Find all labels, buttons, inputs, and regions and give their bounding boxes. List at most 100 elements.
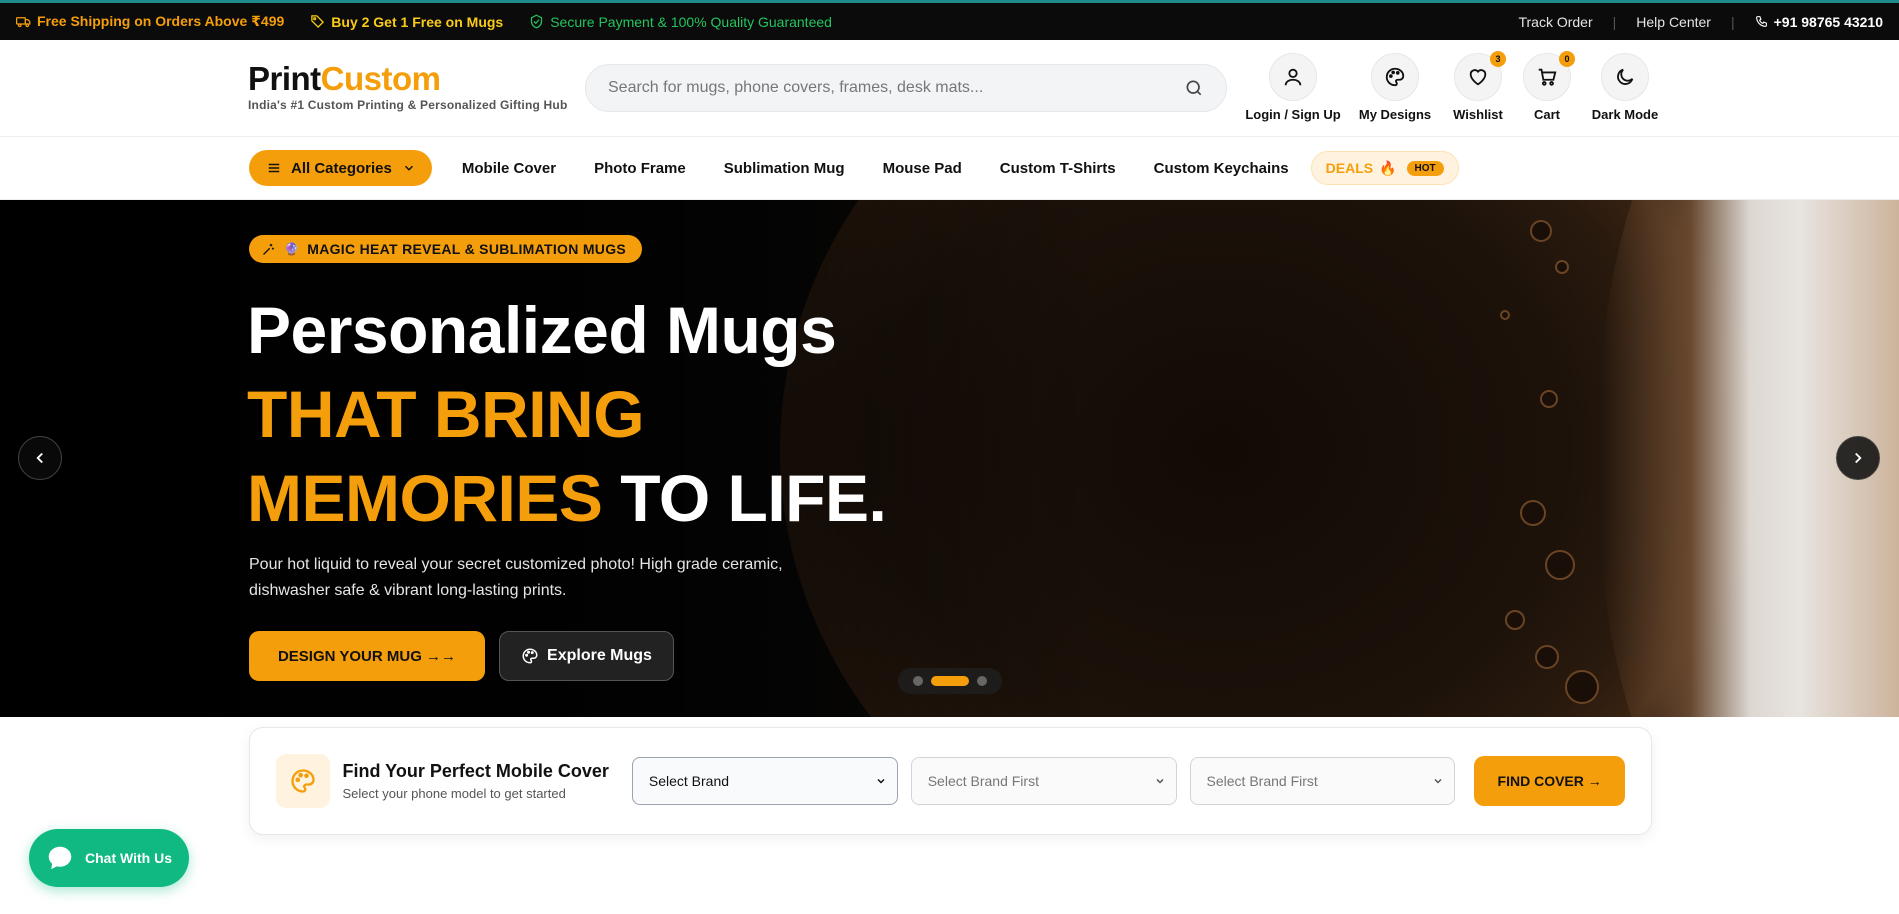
sparkle-icon [263, 243, 274, 255]
coffee-bubble [1555, 260, 1569, 274]
search-bar [585, 64, 1227, 112]
phone-icon [1755, 16, 1767, 27]
carousel-dot[interactable] [913, 676, 923, 686]
track-order-link[interactable]: Track Order [1518, 14, 1592, 30]
hero-title: Personalized Mugs THAT BRING MEMORIES TO… [247, 288, 887, 540]
model-select-value: Select Brand First [927, 773, 1039, 789]
hot-badge: HOT [1406, 160, 1444, 176]
promo-buy2get1: Buy 2 Get 1 Free on Mugs [310, 14, 503, 30]
phone-link[interactable]: +91 98765 43210 [1755, 14, 1883, 30]
truck-icon [16, 17, 31, 28]
nav-photo-frame[interactable]: Photo Frame [594, 160, 686, 177]
deals-link[interactable]: DEALS 🔥 HOT [1310, 151, 1459, 185]
chevron-right-icon [1855, 452, 1862, 464]
announcement-bar: Free Shipping on Orders Above ₹499 Buy 2… [0, 0, 1899, 40]
hero-title-line1: Personalized Mugs [247, 293, 837, 367]
variant-select[interactable]: Select Brand First [1189, 757, 1456, 805]
wishlist-button[interactable]: 3 Wishlist [1448, 51, 1508, 122]
carousel-next-button[interactable] [1836, 436, 1880, 480]
wishlist-icon-circle: 3 [1454, 51, 1506, 101]
palette-icon [1385, 67, 1405, 87]
cart-icon-circle: 0 [1523, 51, 1575, 101]
moon-icon [1617, 68, 1634, 85]
chevron-down-icon [1434, 778, 1442, 784]
promo-text: Buy 2 Get 1 Free on Mugs [331, 13, 504, 30]
palette-icon [291, 769, 315, 793]
finder-title: Find Your Perfect Mobile Cover [342, 761, 609, 781]
carousel-dot-active[interactable] [931, 676, 969, 686]
logo-print: Print [248, 60, 321, 97]
promo-text: Free Shipping on Orders Above ₹499 [37, 13, 285, 29]
phone-number: +91 98765 43210 [1773, 13, 1883, 30]
user-icon [1284, 68, 1302, 86]
login-icon-circle [1269, 53, 1317, 101]
hero-title-accent: MEMORIES [247, 461, 603, 535]
hero-carousel: 🔮 MAGIC HEAT REVEAL & SUBLIMATION MUGS P… [0, 200, 1899, 717]
cart-icon [1538, 68, 1557, 86]
nav-mobile-cover[interactable]: Mobile Cover [462, 160, 556, 177]
all-categories-label: All Categories [291, 159, 392, 177]
nav-custom-keychains[interactable]: Custom Keychains [1154, 160, 1289, 177]
chat-widget-button[interactable]: Chat With Us [29, 829, 189, 887]
crystal-ball-icon: 🔮 [284, 242, 300, 256]
palette-icon [522, 648, 538, 664]
divider: | [1612, 13, 1617, 30]
topbar-links: Track Order | Help Center | +91 98765 43… [1518, 14, 1883, 30]
dark-mode-icon-circle [1601, 53, 1649, 101]
find-cover-button[interactable]: FIND COVER → [1474, 756, 1625, 806]
hero-title-line2: THAT BRING [247, 377, 645, 451]
login-label: Login / Sign Up [1245, 107, 1341, 122]
deals-label: DEALS [1325, 160, 1374, 176]
search-input[interactable] [608, 79, 1184, 97]
model-select[interactable]: Select Brand First [910, 757, 1177, 805]
login-button[interactable]: Login / Sign Up [1240, 53, 1346, 122]
hero-title-line3: MEMORIES TO LIFE. [247, 456, 887, 540]
cart-button[interactable]: 0 Cart [1517, 51, 1577, 122]
cart-count-badge: 0 [1559, 51, 1575, 67]
chevron-down-icon [404, 165, 413, 171]
dark-mode-label: Dark Mode [1591, 107, 1659, 122]
explore-mugs-label: Explore Mugs [547, 647, 652, 664]
cart-label: Cart [1533, 107, 1560, 122]
coffee-bubble [1535, 645, 1559, 669]
search-icon[interactable] [1184, 78, 1204, 98]
mobile-cover-finder: Find Your Perfect Mobile Cover Select yo… [249, 727, 1652, 835]
shield-check-icon [531, 14, 543, 29]
coffee-bubble [1540, 390, 1558, 408]
logo-custom: Custom [320, 60, 441, 97]
carousel-dot[interactable] [977, 676, 987, 686]
promo-secure-payment: Secure Payment & 100% Quality Guaranteed [529, 14, 832, 30]
nav-mouse-pad[interactable]: Mouse Pad [883, 160, 962, 177]
chat-bubble-icon [48, 846, 72, 870]
hero-title-rest: TO LIFE. [620, 461, 887, 535]
hero-badge-text: MAGIC HEAT REVEAL & SUBLIMATION MUGS [307, 241, 627, 257]
finder-icon-box [276, 754, 330, 808]
dark-mode-toggle[interactable]: Dark Mode [1585, 53, 1665, 122]
all-categories-button[interactable]: All Categories [249, 150, 432, 186]
design-mug-button[interactable]: DESIGN YOUR MUG →→ [249, 631, 485, 681]
designs-icon-circle [1371, 53, 1419, 101]
coffee-bubble [1505, 610, 1525, 630]
chevron-left-icon [36, 452, 43, 464]
hero-subtitle: Pour hot liquid to reveal your secret cu… [249, 556, 783, 599]
coffee-bubble [1520, 500, 1546, 526]
fire-icon: 🔥 [1379, 159, 1397, 176]
category-nav: All Categories Mobile Cover Photo Frame … [0, 137, 1899, 200]
carousel-prev-button[interactable] [18, 436, 62, 480]
my-designs-button[interactable]: My Designs [1350, 53, 1440, 122]
coffee-bubble [1500, 310, 1510, 320]
carousel-indicators [898, 668, 1002, 694]
nav-custom-tshirts[interactable]: Custom T-Shirts [1000, 160, 1116, 177]
nav-sublimation-mug[interactable]: Sublimation Mug [724, 160, 845, 177]
site-logo[interactable]: PrintCustom India's #1 Custom Printing &… [248, 60, 567, 113]
variant-select-value: Select Brand First [1206, 773, 1318, 789]
wishlist-count-badge: 3 [1490, 51, 1506, 67]
explore-mugs-button[interactable]: Explore Mugs [499, 631, 674, 681]
header-actions: Login / Sign Up My Designs 3 Wishlist 0 … [1240, 51, 1665, 122]
brand-select[interactable]: Select Brand [631, 757, 898, 805]
heart-icon [1469, 69, 1487, 86]
promo-text: Secure Payment & 100% Quality Guaranteed [550, 13, 832, 30]
help-center-link[interactable]: Help Center [1636, 14, 1711, 30]
chevron-down-icon [877, 778, 885, 784]
wishlist-label: Wishlist [1453, 107, 1503, 122]
